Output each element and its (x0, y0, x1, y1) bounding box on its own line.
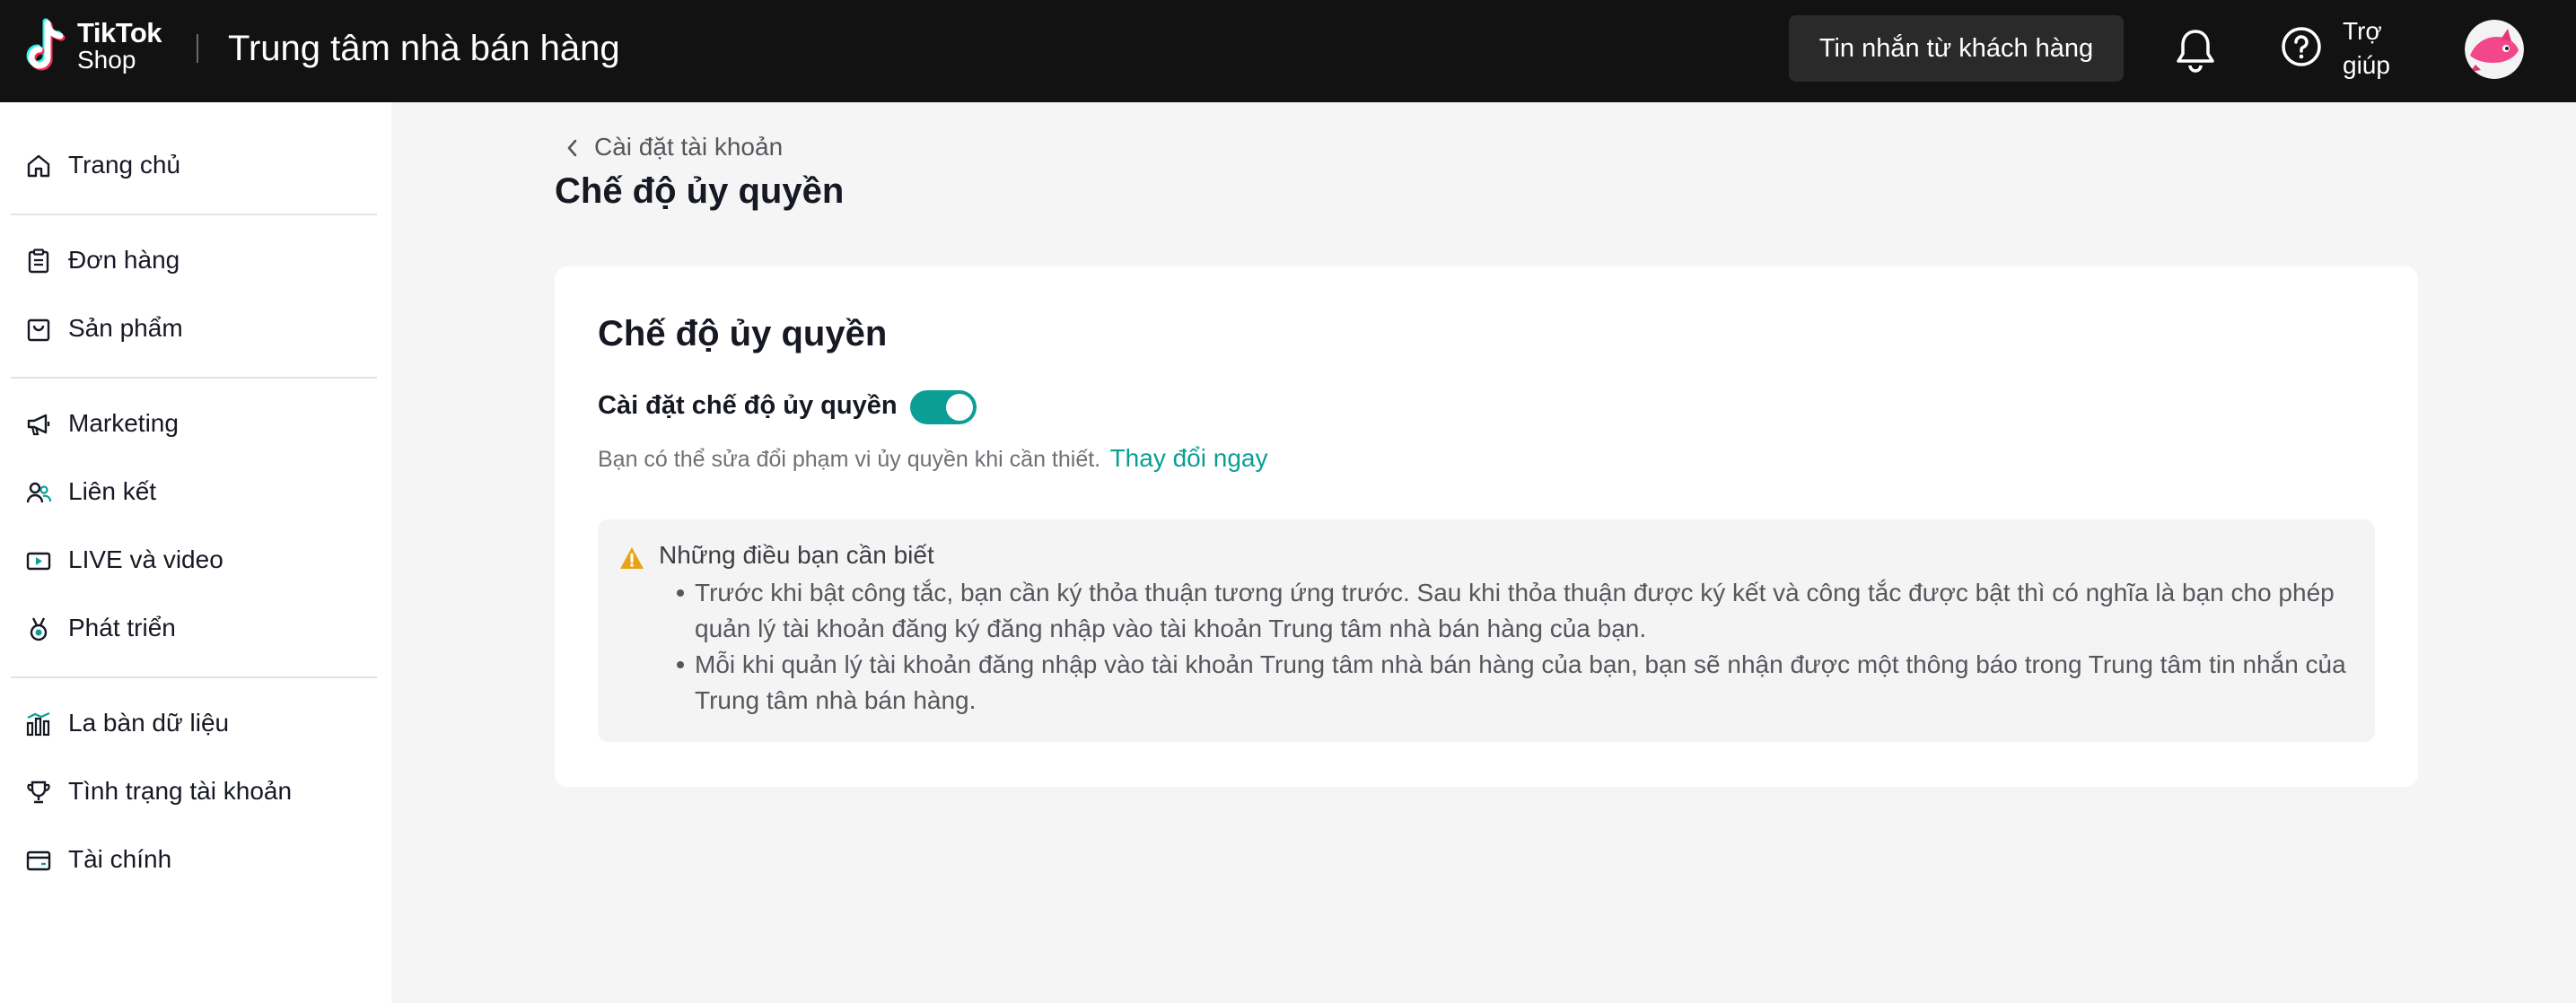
bar-chart-icon (26, 711, 50, 737)
avatar[interactable] (2465, 20, 2524, 79)
sidebar-item-label: Đơn hàng (68, 246, 180, 274)
sidebar-divider (11, 676, 377, 678)
sidebar-divider (11, 214, 377, 215)
sidebar: Trang chủ Đơn hàng Sản phẩm Marketing Li… (0, 102, 391, 1003)
trophy-icon (27, 781, 50, 804)
card-title: Chế độ ủy quyền (598, 314, 888, 353)
sidebar-item-label: Liên kết (68, 477, 157, 505)
sidebar-item-label: La bàn dữ liệu (68, 709, 230, 737)
megaphone-icon (27, 414, 50, 436)
sidebar-item-label: LIVE và video (68, 545, 223, 573)
sidebar-item-label: Tài chính (68, 845, 172, 873)
sidebar-item-orders[interactable]: Đơn hàng (0, 233, 391, 287)
header-divider (197, 34, 198, 63)
sidebar-item-label: Phát triển (68, 614, 176, 641)
sidebar-item-account-health[interactable]: Tình trạng tài khoản (0, 764, 391, 818)
notice-title: Những điều bạn cần biết (659, 541, 934, 569)
sidebar-item-data-compass[interactable]: La bàn dữ liệu (0, 696, 391, 750)
wallet-icon (26, 850, 51, 871)
sidebar-item-live-video[interactable]: LIVE và video (0, 533, 391, 587)
logo-line-1: TikTok (77, 17, 162, 48)
sidebar-item-finance[interactable]: Tài chính (0, 833, 391, 886)
delegation-setting-label: Cài đặt chế độ ủy quyền (598, 391, 898, 420)
top-bar: TikTok Shop Trung tâm nhà bán hàng Tin n… (0, 0, 2576, 102)
help-label[interactable]: Trợ giúp (2343, 14, 2414, 83)
chevron-left-icon (567, 139, 577, 157)
breadcrumb-back-link[interactable]: Cài đặt tài khoản (594, 131, 783, 163)
help-circle-icon[interactable] (2280, 25, 2323, 68)
delegation-hint: Bạn có thể sửa đổi phạm vi ủy quyền khi … (598, 442, 1267, 479)
video-icon (26, 552, 51, 571)
app-title: Trung tâm nhà bán hàng (228, 29, 620, 68)
sidebar-item-label: Marketing (68, 409, 179, 437)
warning-icon (620, 547, 644, 569)
avatar-image (2465, 20, 2524, 79)
sidebar-item-growth[interactable]: Phát triển (0, 601, 391, 655)
sidebar-item-marketing[interactable]: Marketing (0, 397, 391, 450)
notice-item: Trước khi bật công tắc, bạn cần ký thỏa … (677, 575, 2355, 647)
delegation-mode-toggle[interactable] (910, 390, 977, 424)
sidebar-divider (11, 377, 377, 379)
sidebar-item-home[interactable]: Trang chủ (0, 138, 391, 192)
notice-box: Những điều bạn cần biết Trước khi bật cô… (598, 519, 2375, 742)
notice-item: Mỗi khi quản lý tài khoản đăng nhập vào … (677, 647, 2355, 719)
tiktok-note-icon (26, 18, 66, 71)
page-title: Chế độ ủy quyền (555, 171, 845, 211)
bell-icon[interactable] (2176, 27, 2215, 74)
bag-icon (27, 318, 50, 342)
logo-wordmark: TikTok Shop (77, 17, 162, 74)
notice-list: Trước khi bật công tắc, bạn cần ký thỏa … (677, 575, 2355, 719)
sidebar-item-label: Trang chủ (68, 151, 181, 179)
sidebar-item-label: Sản phẩm (68, 314, 183, 342)
tiktok-shop-logo[interactable]: TikTok Shop (23, 18, 162, 77)
hint-text: Bạn có thể sửa đổi phạm vi ủy quyền khi … (598, 447, 1101, 472)
medal-icon (30, 617, 48, 641)
users-icon (26, 482, 52, 503)
clipboard-icon (28, 249, 49, 274)
sidebar-item-affiliates[interactable]: Liên kết (0, 465, 391, 519)
sidebar-item-products[interactable]: Sản phẩm (0, 301, 391, 355)
change-now-link[interactable]: Thay đổi ngay (1110, 444, 1268, 472)
logo-line-2: Shop (77, 46, 136, 74)
delegation-mode-card: Chế độ ủy quyền Cài đặt chế độ ủy quyền … (555, 266, 2418, 787)
sidebar-item-label: Tình trạng tài khoản (68, 777, 293, 805)
customer-messages-button[interactable]: Tin nhắn từ khách hàng (1789, 15, 2124, 82)
home-icon (27, 154, 50, 178)
toggle-knob (946, 394, 973, 421)
